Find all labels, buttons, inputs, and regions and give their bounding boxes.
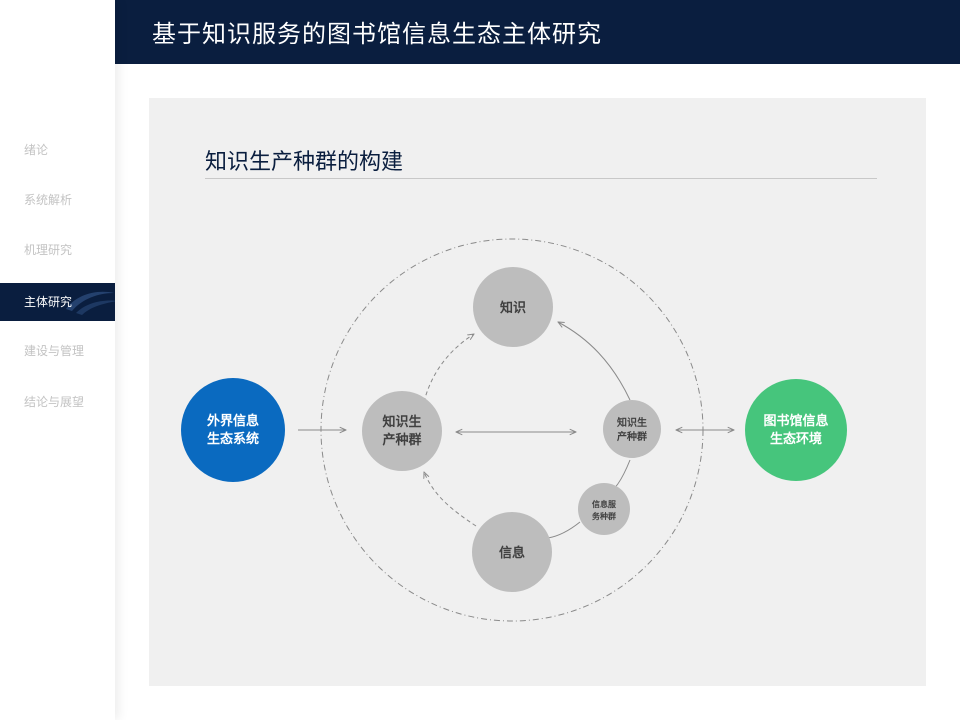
node-service-label: 务种群: [592, 511, 616, 521]
node-service-circle: [578, 483, 630, 535]
sidebar-item-mechanism[interactable]: 机理研究: [0, 231, 115, 269]
sidebar-item-label: 主体研究: [24, 295, 73, 309]
node-external-circle: [181, 378, 285, 482]
node-knowledge-label: 知识: [500, 300, 526, 316]
sidebar-item-label: 机理研究: [24, 243, 73, 257]
sidebar-item-label: 绪论: [24, 143, 49, 157]
node-library-ecosystem: 图书馆信息 生态环境: [745, 379, 847, 481]
node-service-label: 信息服: [592, 499, 617, 509]
node-external-label: 生态系统: [207, 431, 259, 447]
knowledge-production-diagram: 外界信息 生态系统 知识生 产种群 知识 信息 知识生 产种群 信息服 务种群 …: [181, 238, 847, 622]
flow-producer-to-knowledge: [423, 334, 474, 403]
node-producer-right-circle: [603, 400, 661, 458]
node-producer-right-label: 产种群: [617, 430, 647, 443]
sidebar-item-label: 结论与展望: [24, 395, 85, 409]
node-producer-left-label: 产种群: [382, 432, 421, 448]
link-service-to-information: [547, 521, 581, 539]
node-producer-right-label: 知识生: [616, 416, 647, 429]
flow-producer-right-to-knowledge: [558, 322, 631, 401]
node-producer-right: 知识生 产种群: [603, 400, 661, 458]
sidebar-item-construction[interactable]: 建设与管理: [0, 332, 115, 370]
node-external-label: 外界信息: [206, 413, 259, 429]
sidebar-item-label: 系统解析: [24, 193, 73, 207]
flow-information-to-producer: [424, 472, 477, 527]
node-producer-left: 知识生 产种群: [362, 391, 442, 471]
sidebar-item-subject[interactable]: 主体研究: [0, 283, 115, 321]
node-service: 信息服 务种群: [578, 483, 630, 535]
node-information-label: 信息: [499, 545, 525, 561]
node-library-label: 生态环境: [770, 431, 822, 447]
node-producer-left-circle: [362, 391, 442, 471]
sidebar: 绪论 系统解析 机理研究 主体研究 建设与管理 结论与展望: [0, 0, 115, 720]
sidebar-item-conclusion[interactable]: 结论与展望: [0, 383, 115, 421]
sidebar-item-system-analysis[interactable]: 系统解析: [0, 181, 115, 219]
node-library-circle: [745, 379, 847, 481]
sidebar-item-intro[interactable]: 绪论: [0, 131, 115, 169]
node-producer-left-label: 知识生: [382, 414, 421, 430]
node-knowledge: 知识: [473, 267, 553, 347]
node-library-label: 图书馆信息: [763, 413, 828, 429]
node-information: 信息: [472, 512, 552, 592]
node-external-ecosystem: 外界信息 生态系统: [181, 378, 285, 482]
sidebar-item-label: 建设与管理: [24, 344, 85, 358]
